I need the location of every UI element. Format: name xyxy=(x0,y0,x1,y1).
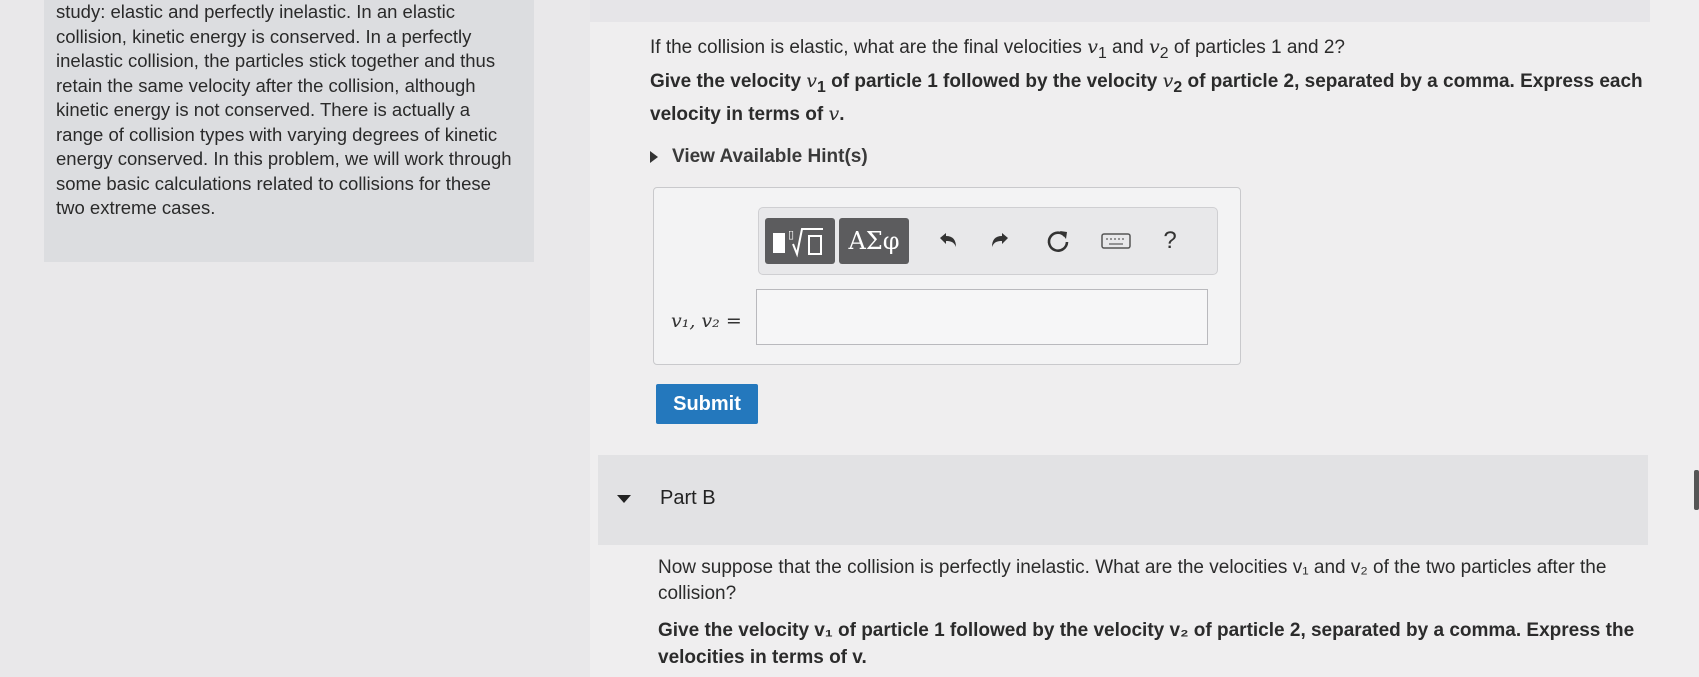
top-strip xyxy=(590,0,1650,22)
svg-text:▯: ▯ xyxy=(788,228,794,241)
redo-button[interactable] xyxy=(981,222,1019,260)
help-button[interactable]: ? xyxy=(1151,222,1189,260)
math-toolbar: ▯ ΑΣφ ? xyxy=(758,207,1218,275)
hint-label: View Available Hint(s) xyxy=(672,146,868,167)
submit-button[interactable]: Submit xyxy=(656,384,758,424)
intro-text: study: elastic and perfectly inelastic. … xyxy=(56,1,512,218)
answer-label: v₁, v₂ = xyxy=(671,310,742,332)
undo-button[interactable] xyxy=(929,222,967,260)
keyboard-icon xyxy=(1101,233,1131,249)
caret-right-icon xyxy=(650,151,658,163)
scrollbar-thumb[interactable] xyxy=(1694,470,1699,510)
view-hints-toggle[interactable]: View Available Hint(s) xyxy=(650,146,868,168)
part-b-header[interactable] xyxy=(598,455,1648,545)
part-b-instructions: Give the velocity v₁ of particle 1 follo… xyxy=(658,620,1635,668)
part-b-question: Now suppose that the collision is perfec… xyxy=(658,557,1607,604)
answer-input[interactable] xyxy=(756,289,1208,345)
redo-icon xyxy=(992,233,1008,247)
templates-icon: ▯ xyxy=(773,228,823,258)
greek-symbols-button[interactable]: ΑΣφ xyxy=(839,218,909,264)
reset-button[interactable] xyxy=(1039,222,1077,260)
caret-down-icon[interactable] xyxy=(617,495,631,503)
part-a-question: If the collision is elastic, what are th… xyxy=(650,36,1345,62)
undo-icon xyxy=(940,233,956,247)
keyboard-button[interactable] xyxy=(1097,222,1135,260)
templates-button[interactable]: ▯ xyxy=(765,218,835,264)
part-b-label[interactable]: Part B xyxy=(660,487,716,510)
part-a-instructions: Give the velocity v1 of particle 1 follo… xyxy=(650,70,1643,125)
help-icon: ? xyxy=(1163,227,1177,254)
reset-icon xyxy=(1047,231,1069,252)
